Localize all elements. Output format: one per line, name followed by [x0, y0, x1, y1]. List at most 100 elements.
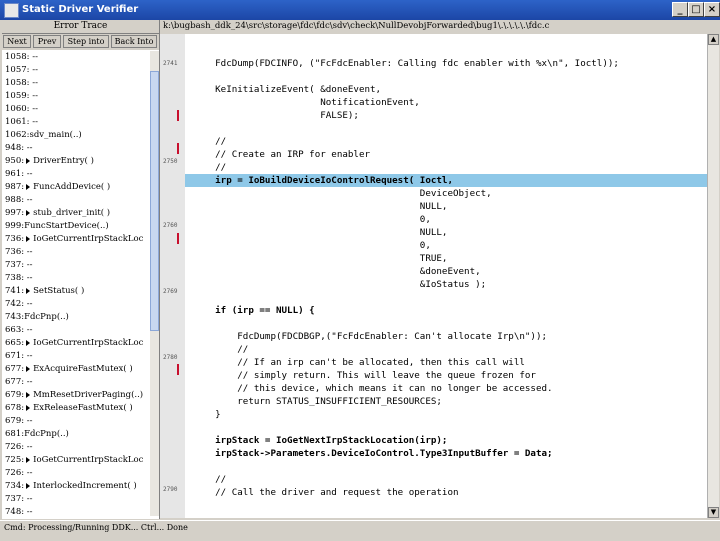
trace-row-label: 737: -- [5, 494, 33, 504]
trace-row-label: 671: -- [5, 351, 33, 361]
trace-row-label: 737: -- [5, 260, 33, 270]
trace-scroll-thumb[interactable] [150, 71, 159, 331]
code-line: NULL, [193, 227, 448, 238]
code-line: // this device, which means it can no lo… [193, 383, 553, 394]
expand-arrow-icon[interactable] [26, 404, 31, 411]
trace-row-label: 743:FdcPnp(..) [5, 312, 69, 322]
trace-row-label: 679: -- [5, 416, 33, 426]
close-button[interactable]: × [704, 2, 720, 17]
back-into-button[interactable]: Back Into [111, 35, 157, 48]
trace-row[interactable]: 671: -- [5, 350, 33, 363]
expand-arrow-icon[interactable] [26, 339, 31, 346]
step-into-button[interactable]: Step into [63, 35, 109, 48]
code-line: if (irp == NULL) { [193, 305, 315, 316]
expand-arrow-icon[interactable] [26, 482, 31, 489]
trace-row[interactable]: 742: -- [5, 298, 33, 311]
code-line: TRUE, [193, 253, 448, 264]
trace-row[interactable]: 726: -- [5, 467, 33, 480]
trace-row-label: 997: [5, 208, 25, 218]
expand-arrow-icon[interactable] [26, 183, 31, 190]
trace-row-label: 663: -- [5, 325, 33, 335]
trace-call-label: ExAcquireFastMutex( ) [33, 364, 133, 374]
expand-arrow-icon[interactable] [26, 157, 31, 164]
trace-row-label: 742: -- [5, 299, 33, 309]
maximize-button[interactable]: □ [688, 2, 704, 17]
expand-arrow-icon[interactable] [26, 287, 31, 294]
trace-row[interactable]: 1062:sdv_main(..) [5, 129, 82, 142]
minimize-button[interactable]: _ [672, 2, 688, 17]
trace-row[interactable]: 741: SetStatus( ) [5, 285, 84, 298]
trace-row[interactable]: 961: -- [5, 168, 33, 181]
trace-row-label: 726: -- [5, 468, 33, 478]
expand-arrow-icon[interactable] [26, 209, 31, 216]
trace-call-label: MmResetDriverPaging(..) [33, 390, 144, 400]
trace-marker [177, 364, 179, 375]
trace-row[interactable]: 726: -- [5, 441, 33, 454]
file-path: k:\bugbash_ddk_24\src\storage\fdc\fdc\sd… [160, 20, 720, 33]
trace-row-label: 1058: -- [5, 52, 38, 62]
trace-row-label: 725: [5, 455, 25, 465]
trace-row[interactable]: 1060: -- [5, 103, 38, 116]
trace-row[interactable]: 679: MmResetDriverPaging(..) [5, 389, 143, 402]
trace-row[interactable]: 738: -- [5, 272, 33, 285]
trace-row[interactable]: 734: InterlockedIncrement( ) [5, 480, 137, 493]
trace-row[interactable]: 948: -- [5, 142, 33, 155]
code-line: NotificationEvent, [193, 97, 420, 108]
trace-row[interactable]: 725: IoGetCurrentIrpStackLoc [5, 454, 143, 467]
scroll-down-arrow[interactable]: ▼ [708, 507, 719, 518]
trace-call-label: DriverEntry( ) [33, 156, 94, 166]
trace-row[interactable]: 737: -- [5, 259, 33, 272]
trace-scrollbar[interactable] [150, 51, 159, 516]
trace-row[interactable]: 677: ExAcquireFastMutex( ) [5, 363, 133, 376]
trace-row[interactable]: 679: -- [5, 415, 33, 428]
code-line: DeviceObject, [193, 188, 492, 199]
expand-arrow-icon[interactable] [26, 235, 31, 242]
code-line: // Create an IRP for enabler [193, 149, 371, 160]
trace-row[interactable]: 736: IoGetCurrentIrpStackLoc [5, 233, 143, 246]
trace-row[interactable]: 736: -- [5, 246, 33, 259]
next-button[interactable]: Next [3, 35, 31, 48]
code-line: // [193, 474, 227, 485]
trace-row-label: 748: -- [5, 507, 33, 516]
trace-row-label: 1061: -- [5, 117, 38, 127]
trace-marker [177, 233, 179, 244]
trace-row[interactable]: 999:FuncStartDevice(..) [5, 220, 109, 233]
trace-row-label: 961: -- [5, 169, 33, 179]
code-scrollbar[interactable]: ▲ ▼ [707, 34, 719, 518]
code-view[interactable]: FdcDump(FDCINFO, ("FcFdcEnabler: Calling… [185, 34, 707, 518]
trace-row[interactable]: 1058: -- [5, 77, 38, 90]
expand-arrow-icon[interactable] [26, 365, 31, 372]
trace-row[interactable]: 950: DriverEntry( ) [5, 155, 94, 168]
trace-row[interactable]: 737: -- [5, 493, 33, 506]
trace-call-label: IoGetCurrentIrpStackLoc [33, 234, 144, 244]
trace-row-label: 999:FuncStartDevice(..) [5, 221, 109, 231]
trace-row[interactable]: 997: stub_driver_init( ) [5, 207, 110, 220]
trace-row-label: 987: [5, 182, 25, 192]
trace-row-label: 950: [5, 156, 25, 166]
trace-row[interactable]: 665: IoGetCurrentIrpStackLoc [5, 337, 143, 350]
trace-call-label: IoGetCurrentIrpStackLoc [33, 338, 144, 348]
trace-row[interactable]: 988: -- [5, 194, 33, 207]
expand-arrow-icon[interactable] [26, 391, 31, 398]
trace-row[interactable]: 1057: -- [5, 64, 38, 77]
trace-row[interactable]: 677: -- [5, 376, 33, 389]
trace-row[interactable]: 681:FdcPnp(..) [5, 428, 69, 441]
prev-button[interactable]: Prev [33, 35, 61, 48]
scroll-up-arrow[interactable]: ▲ [708, 34, 719, 45]
trace-row[interactable]: 663: -- [5, 324, 33, 337]
trace-row[interactable]: 987: FuncAddDevice( ) [5, 181, 110, 194]
trace-row[interactable]: 748: -- [5, 506, 33, 516]
expand-arrow-icon[interactable] [26, 456, 31, 463]
highlighted-code-line: irp = IoBuildDeviceIoControlRequest( Ioc… [185, 174, 707, 187]
trace-row[interactable]: 743:FdcPnp(..) [5, 311, 69, 324]
trace-row[interactable]: 678: ExReleaseFastMutex( ) [5, 402, 133, 415]
trace-row[interactable]: 1061: -- [5, 116, 38, 129]
trace-row[interactable]: 1059: -- [5, 90, 38, 103]
status-text: Cmd: Processing/Running DDK... Ctrl... D… [4, 523, 188, 532]
code-line: &doneEvent, [193, 266, 481, 277]
line-number: 2760 [163, 222, 178, 229]
trace-row[interactable]: 1058: -- [5, 51, 38, 64]
